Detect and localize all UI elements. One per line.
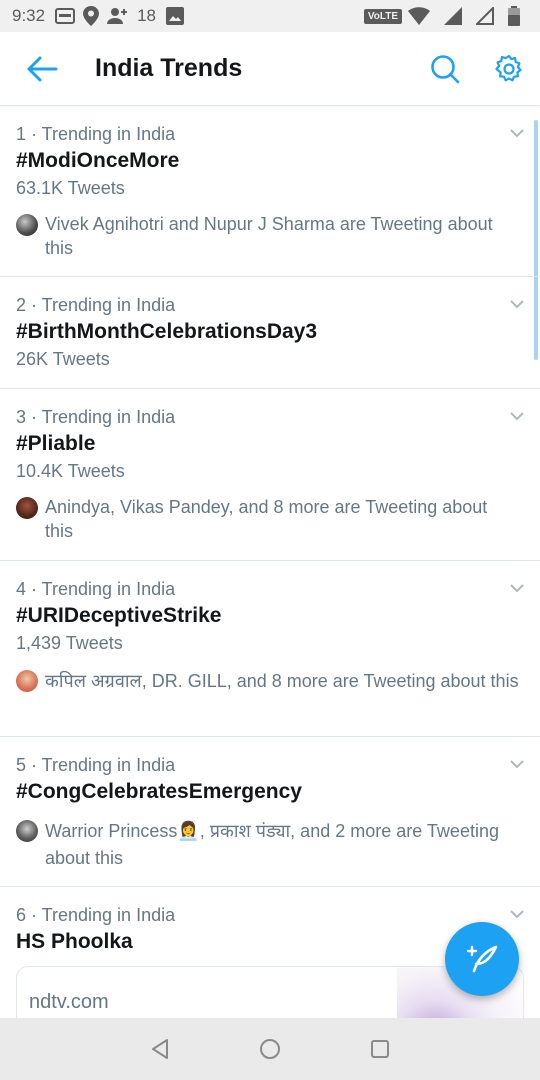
- trend-meta: 4 · Trending in India: [16, 579, 176, 599]
- trend-item[interactable]: 4 · Trending in India #URIDeceptiveStrik…: [0, 561, 540, 737]
- trend-name: #URIDeceptiveStrike: [16, 604, 222, 627]
- trend-item[interactable]: 1 · Trending in India #ModiOnceMore 63.1…: [0, 106, 540, 277]
- app-header: India Trends: [0, 32, 540, 106]
- trend-social-context: Vivek Agnihotri and Nupur J Sharma are T…: [16, 212, 516, 266]
- trend-item[interactable]: 2 · Trending in India #BirthMonthCelebra…: [0, 277, 540, 389]
- notification-count: 18: [137, 6, 157, 25]
- trend-name: #CongCelebratesEmergency: [16, 780, 302, 803]
- social-text: Vivek Agnihotri and Nupur J Sharma are T…: [45, 214, 493, 258]
- chevron-down-icon[interactable]: [508, 295, 526, 313]
- recents-square-icon: [371, 1040, 389, 1058]
- social-text: कपिल अग्रवाल, DR. GILL, and 8 more are T…: [45, 671, 519, 691]
- avatar: [16, 820, 38, 842]
- trend-meta: 1 · Trending in India: [16, 124, 176, 144]
- trend-name: #ModiOnceMore: [16, 149, 180, 172]
- gear-icon: [495, 54, 522, 82]
- back-triangle-icon: [152, 1039, 168, 1059]
- battery-icon: [508, 6, 520, 26]
- chevron-down-icon[interactable]: [508, 579, 526, 597]
- status-bar: 9:32 18 VoLTE: [0, 0, 540, 32]
- chevron-down-icon[interactable]: [508, 905, 526, 923]
- trend-tweet-count: 10.4K Tweets: [16, 461, 125, 481]
- compose-tweet-button[interactable]: [445, 922, 519, 996]
- signal-icon: [444, 7, 462, 25]
- back-button[interactable]: [24, 52, 60, 86]
- trend-social-context: Warrior Princess👩‍💼, प्रकाश पंड्या, and …: [16, 818, 516, 874]
- volte-badge: VoLTE: [363, 8, 402, 24]
- trend-item[interactable]: 5 · Trending in India #CongCelebratesEme…: [0, 737, 540, 887]
- news-icon: [55, 8, 76, 24]
- search-button[interactable]: [428, 52, 462, 86]
- trend-meta: 6 · Trending in India: [16, 905, 176, 925]
- add-person-icon: [107, 7, 129, 25]
- location-pin-icon: [83, 6, 100, 26]
- trend-tweet-count: 26K Tweets: [16, 349, 110, 369]
- back-arrow-icon: [27, 56, 58, 82]
- avatar: [16, 670, 38, 692]
- trend-meta: 5 · Trending in India: [16, 755, 176, 775]
- social-text: Warrior Princess👩‍💼, प्रकाश पंड्या, and …: [45, 821, 499, 868]
- trend-tweet-count: 63.1K Tweets: [16, 178, 125, 198]
- page-title: India Trends: [95, 54, 243, 82]
- wifi-icon: [408, 7, 430, 25]
- image-icon: [166, 7, 185, 25]
- search-icon: [431, 55, 460, 84]
- nav-recents-button[interactable]: [366, 1035, 394, 1063]
- settings-button[interactable]: [492, 52, 526, 86]
- trend-meta: 2 · Trending in India: [16, 295, 176, 315]
- trend-name: HS Phoolka: [16, 930, 133, 953]
- trend-meta: 3 · Trending in India: [16, 407, 176, 427]
- nav-back-button[interactable]: [146, 1035, 174, 1063]
- system-nav-bar: [0, 1018, 540, 1080]
- trend-item[interactable]: 3 · Trending in India #Pliable 10.4K Twe…: [0, 389, 540, 561]
- chevron-down-icon[interactable]: [508, 124, 526, 142]
- chevron-down-icon[interactable]: [508, 407, 526, 425]
- home-circle-icon: [260, 1039, 280, 1059]
- trend-name: #BirthMonthCelebrationsDay3: [16, 320, 318, 343]
- signal-outline-icon: [476, 7, 494, 25]
- trends-list[interactable]: 1 · Trending in India #ModiOnceMore 63.1…: [0, 106, 540, 1018]
- social-text: Anindya, Vikas Pandey, and 8 more are Tw…: [45, 497, 488, 541]
- chevron-down-icon[interactable]: [508, 755, 526, 773]
- trend-social-context: कपिल अग्रवाल, DR. GILL, and 8 more are T…: [16, 668, 519, 724]
- nav-home-button[interactable]: [256, 1035, 284, 1063]
- avatar: [16, 497, 38, 519]
- trend-tweet-count: 1,439 Tweets: [16, 633, 123, 653]
- avatar: [16, 214, 38, 236]
- card-domain: ndtv.com: [29, 991, 109, 1013]
- trend-social-context: Anindya, Vikas Pandey, and 8 more are Tw…: [16, 495, 516, 549]
- trend-name: #Pliable: [16, 432, 96, 455]
- status-time: 9:32: [12, 6, 46, 25]
- compose-tweet-icon: [466, 945, 498, 973]
